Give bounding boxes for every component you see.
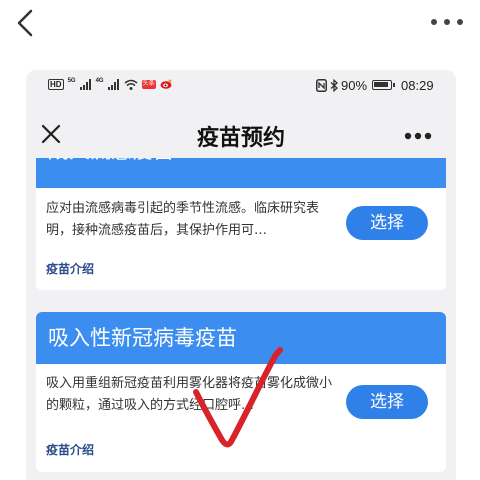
- signal-icon: [79, 78, 91, 90]
- hd-badge: HD: [48, 78, 64, 90]
- network-4g-label: 4G: [95, 78, 104, 84]
- select-button[interactable]: 选择: [346, 206, 428, 240]
- signal-icon: [107, 78, 119, 90]
- more-options-icon[interactable]: [404, 132, 432, 140]
- vaccine-intro-link[interactable]: 疫苗介绍: [46, 441, 94, 458]
- status-bar: HD 5G 4G 头条 90% 08:29: [26, 70, 456, 100]
- bluetooth-icon: [330, 78, 338, 92]
- page-title: 疫苗预约: [196, 126, 285, 151]
- vaccine-list: 成人流感疫苗 应对由流感病毒引起的季节性流感。临床研究表明，接种流感疫苗后，其保…: [26, 158, 456, 480]
- weibo-icon: [160, 79, 172, 89]
- nfc-icon: [316, 78, 327, 92]
- vaccine-card-description: 吸入用重组新冠疫苗利用雾化器将疫苗雾化成微小的颗粒，通过吸入的方式经口腔呼…: [46, 376, 333, 413]
- vaccine-card-description: 应对由流感病毒引起的季节性流感。临床研究表明，接种流感疫苗后，其保护作用可…: [46, 201, 320, 238]
- toutiao-badge: 头条: [141, 79, 156, 89]
- wifi-icon: [124, 79, 138, 90]
- status-time: 08:29: [401, 77, 434, 93]
- more-options-icon[interactable]: [430, 18, 464, 26]
- vaccine-card-title: 吸入性新冠病毒疫苗: [36, 312, 446, 364]
- phone-screenshot: HD 5G 4G 头条 90% 08:29 疫苗预约 应对由流感病毒引起的季节性…: [26, 70, 456, 480]
- vaccine-card: 成人流感疫苗 应对由流感病毒引起的季节性流感。临床研究表明，接种流感疫苗后，其保…: [36, 158, 446, 290]
- battery-percent: 90%: [341, 77, 368, 93]
- vaccine-card-title: 成人流感疫苗: [36, 158, 446, 188]
- network-5g-label: 5G: [67, 78, 76, 84]
- select-button[interactable]: 选择: [346, 385, 428, 419]
- vaccine-intro-link[interactable]: 疫苗介绍: [46, 260, 94, 277]
- battery-icon: [372, 80, 396, 90]
- status-left: HD 5G 4G 头条: [48, 77, 172, 91]
- back-chevron-icon[interactable]: [14, 8, 36, 38]
- status-right: 90% 08:29: [316, 77, 434, 93]
- vaccine-card: 吸入性新冠病毒疫苗 吸入用重组新冠疫苗利用雾化器将疫苗雾化成微小的颗粒，通过吸入…: [36, 312, 446, 472]
